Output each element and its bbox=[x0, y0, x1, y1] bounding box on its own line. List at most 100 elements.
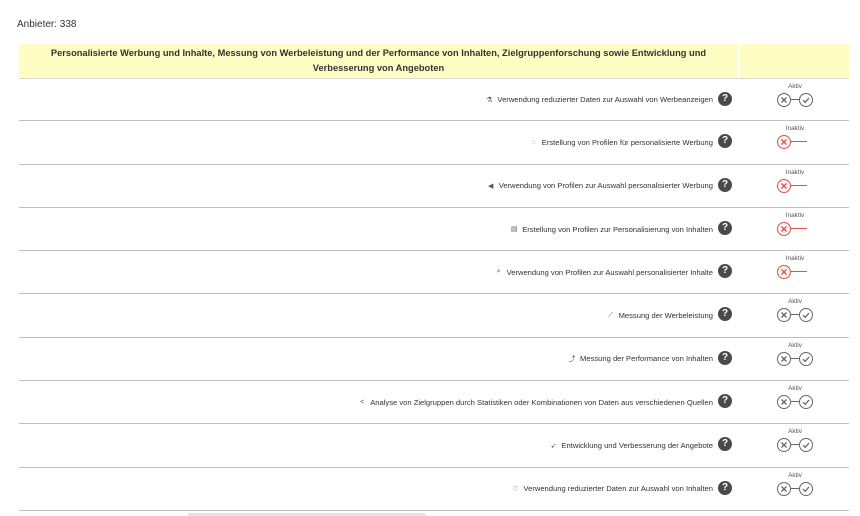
consent-toggle-group: Aktiv bbox=[774, 428, 816, 453]
purpose-row: < Analyse von Zielgruppen durch Statistik… bbox=[19, 381, 849, 425]
toggle-status-label: Aktiv bbox=[788, 298, 802, 306]
toggle-track bbox=[791, 401, 799, 403]
consent-toggle[interactable] bbox=[775, 437, 815, 453]
reject-x-icon[interactable] bbox=[777, 93, 791, 107]
reject-x-icon[interactable] bbox=[777, 438, 791, 453]
rocket-icon: ➶ bbox=[550, 442, 557, 450]
purpose-label: ▤ Erstellung von Profilen zur Personalisi… bbox=[509, 208, 713, 250]
purpose-row: ⟋ Messung der Werbeleistung? Aktiv bbox=[19, 294, 849, 338]
toggle-track bbox=[791, 184, 807, 186]
consent-toggle-group: Aktiv bbox=[774, 472, 816, 497]
help-icon[interactable]: ? bbox=[718, 92, 732, 106]
share-icon: < bbox=[360, 398, 365, 406]
reject-x-icon[interactable] bbox=[777, 395, 791, 410]
purpose-label: ⚗ Verwendung reduzierter Daten zur Auswah… bbox=[484, 79, 713, 120]
purpose-row: ▤ Erstellung von Profilen zur Personalisi… bbox=[19, 208, 849, 252]
toggle-status-label: Aktiv bbox=[788, 341, 802, 349]
consent-toggle[interactable] bbox=[775, 307, 815, 323]
purpose-group-title: Personalisierte Werbung und Inhalte, Mes… bbox=[19, 44, 738, 78]
purpose-label-text: Erstellung von Profilen zur Personalisie… bbox=[522, 224, 713, 234]
toggle-status-label: Inaktiv bbox=[785, 168, 805, 176]
help-icon[interactable]: ? bbox=[718, 220, 732, 235]
content-search-icon: ⌕ bbox=[496, 268, 501, 276]
purpose-label-text: Entwicklung und Verbesserung der Angebot… bbox=[561, 441, 713, 451]
vendor-count: Anbieter: 338 bbox=[17, 19, 77, 30]
accept-check-icon[interactable] bbox=[799, 93, 813, 107]
consent-toggle[interactable] bbox=[775, 178, 815, 194]
help-icon[interactable]: ? bbox=[718, 264, 732, 279]
help-icon[interactable]: ? bbox=[718, 394, 732, 409]
consent-toggle-group: Inaktiv bbox=[774, 212, 816, 237]
purpose-label: < Analyse von Zielgruppen durch Statistik… bbox=[357, 381, 713, 423]
consent-toggle-group: Aktiv bbox=[774, 385, 816, 410]
purpose-row: ⤴ Messung der Performance von Inhalten? Ak… bbox=[19, 338, 849, 382]
reject-x-icon[interactable] bbox=[777, 481, 791, 496]
purpose-row: ⌕ Verwendung von Profilen zur Auswahl per… bbox=[19, 251, 849, 295]
heart-icon: ♡ bbox=[512, 485, 519, 493]
accept-check-icon[interactable] bbox=[799, 351, 813, 366]
reduced-data-icon: ⚗ bbox=[486, 96, 493, 104]
megaphone-icon: ◀ bbox=[488, 182, 494, 190]
accept-check-icon[interactable] bbox=[799, 308, 813, 323]
purpose-label: ⟋ Messung der Werbeleistung bbox=[606, 294, 713, 336]
consent-toggle-group: Inaktiv bbox=[774, 169, 816, 194]
reject-x-icon[interactable] bbox=[777, 351, 791, 366]
consent-toggle-group: Aktiv bbox=[774, 342, 816, 367]
toggle-track bbox=[791, 444, 799, 446]
toggle-status-label: Inaktiv bbox=[785, 255, 805, 263]
toggle-status-label: Inaktiv bbox=[785, 211, 805, 219]
toggle-track bbox=[791, 99, 799, 100]
toggle-track bbox=[791, 227, 807, 229]
purpose-list: ⚗ Verwendung reduzierter Daten zur Auswah… bbox=[19, 78, 849, 511]
help-icon[interactable]: ? bbox=[718, 437, 732, 452]
help-icon[interactable]: ? bbox=[718, 480, 732, 495]
accept-check-icon[interactable] bbox=[799, 438, 813, 453]
purpose-row: ◀ Verwendung von Profilen zur Auswahl per… bbox=[19, 165, 849, 208]
reject-x-icon[interactable] bbox=[777, 308, 791, 323]
toggle-track bbox=[791, 357, 799, 359]
toggle-status-label: Inaktiv bbox=[785, 125, 805, 133]
purpose-row: ⚗ Verwendung reduzierter Daten zur Auswah… bbox=[19, 78, 849, 122]
purpose-label-text: Messung der Performance von Inhalten bbox=[580, 354, 713, 364]
help-icon[interactable]: ? bbox=[718, 350, 732, 365]
consent-toggle-group: Inaktiv bbox=[774, 125, 816, 150]
purpose-header: Personalisierte Werbung und Inhalte, Mes… bbox=[19, 44, 849, 78]
status-column-header bbox=[740, 44, 849, 78]
consent-toggle[interactable] bbox=[775, 351, 815, 367]
profile-ad-icon: ◌ bbox=[531, 138, 536, 146]
accept-check-icon[interactable] bbox=[799, 481, 813, 496]
reject-x-icon[interactable] bbox=[777, 221, 791, 236]
reject-x-icon[interactable] bbox=[777, 178, 791, 193]
consent-toggle-group: Aktiv bbox=[774, 83, 816, 108]
consent-toggle-group: Aktiv bbox=[774, 298, 816, 323]
consent-toggle[interactable] bbox=[775, 481, 815, 497]
content-performance-icon: ⤴ bbox=[568, 355, 576, 363]
purpose-label: ⤴ Messung der Performance von Inhalten bbox=[567, 338, 713, 380]
purpose-label: ➶ Entwicklung und Verbesserung der Angebo… bbox=[548, 424, 714, 466]
consent-toggle[interactable] bbox=[775, 92, 815, 108]
purpose-label-text: Verwendung von Profilen zur Auswahl pers… bbox=[506, 267, 713, 277]
purpose-label: ◀ Verwendung von Profilen zur Auswahl per… bbox=[486, 165, 713, 207]
help-icon[interactable]: ? bbox=[718, 177, 732, 192]
reject-x-icon[interactable] bbox=[777, 265, 791, 280]
help-icon[interactable]: ? bbox=[718, 134, 732, 149]
purpose-label: ⌕ Verwendung von Profilen zur Auswahl per… bbox=[494, 251, 713, 293]
accept-check-icon[interactable] bbox=[799, 395, 813, 410]
purpose-label-text: Verwendung von Profilen zur Auswahl pers… bbox=[498, 181, 713, 191]
purpose-row: ◌ Erstellung von Profilen für personalisi… bbox=[19, 121, 849, 165]
reject-x-icon[interactable] bbox=[777, 135, 791, 150]
purpose-row: ♡ Verwendung reduzierter Daten zur Auswah… bbox=[19, 468, 849, 511]
purpose-row: ➶ Entwicklung und Verbesserung der Angebo… bbox=[19, 424, 849, 468]
toggle-track bbox=[791, 314, 799, 316]
consent-toggle[interactable] bbox=[775, 264, 815, 280]
purpose-label-text: Messung der Werbeleistung bbox=[618, 311, 713, 321]
consent-toggle[interactable] bbox=[775, 221, 815, 237]
help-icon[interactable]: ? bbox=[718, 307, 732, 322]
toggle-status-label: Aktiv bbox=[788, 428, 802, 436]
consent-toggle[interactable] bbox=[775, 134, 815, 150]
purpose-label: ♡ Verwendung reduzierter Daten zur Auswah… bbox=[510, 468, 713, 510]
content-profile-icon: ▤ bbox=[510, 226, 518, 234]
toggle-track bbox=[791, 487, 799, 489]
consent-toggle[interactable] bbox=[775, 394, 815, 410]
toggle-track bbox=[791, 271, 807, 273]
